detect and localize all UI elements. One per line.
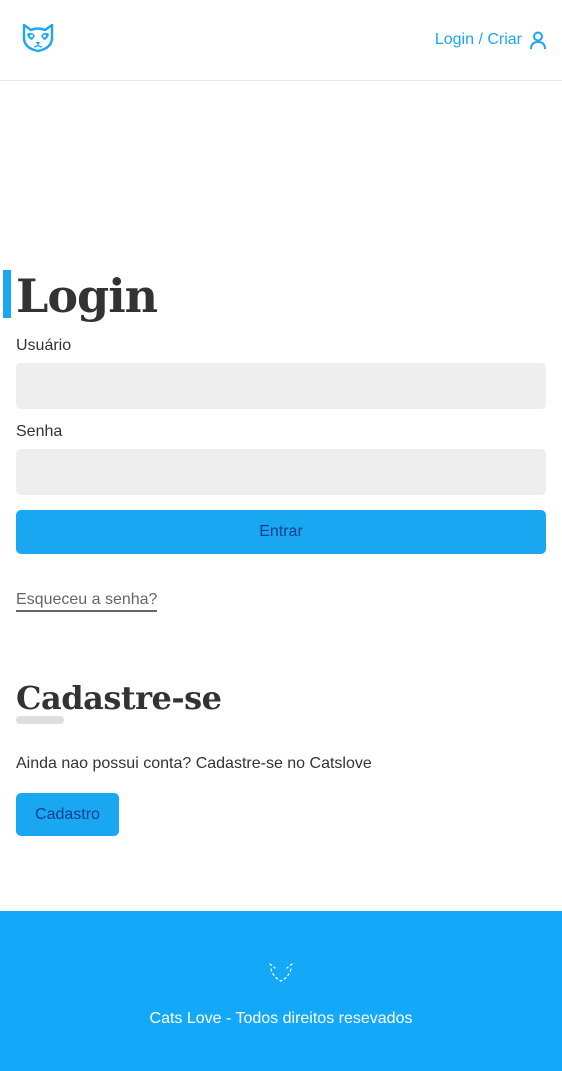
login-submit-button[interactable]: Entrar [16, 510, 546, 554]
password-input[interactable] [16, 449, 546, 495]
login-create-link[interactable]: Login / Criar [435, 28, 548, 52]
site-footer: Cats Love - Todos direitos resevados [0, 911, 562, 1071]
cat-face-logo[interactable] [20, 22, 56, 54]
forgot-password-link[interactable]: Esqueceu a senha? [16, 590, 158, 612]
site-header: Login / Criar [0, 0, 562, 81]
footer-copyright: Cats Love - Todos direitos resevados [149, 1010, 413, 1027]
signup-description: Ainda nao possui conta? Cadastre-se no C… [16, 755, 372, 772]
user-icon [530, 31, 546, 50]
cat-face-outline-logo [269, 963, 293, 982]
page-title: Login [16, 269, 158, 323]
signup-title: Cadastre-se [16, 679, 222, 717]
username-input[interactable] [16, 363, 546, 409]
password-label: Senha [16, 423, 63, 440]
login-create-label: Login / Criar [434, 31, 522, 48]
username-label: Usuário [16, 337, 72, 354]
signup-button[interactable]: Cadastro [16, 793, 119, 836]
title-accent-bar [3, 270, 11, 318]
signup-title-underline [16, 716, 64, 724]
